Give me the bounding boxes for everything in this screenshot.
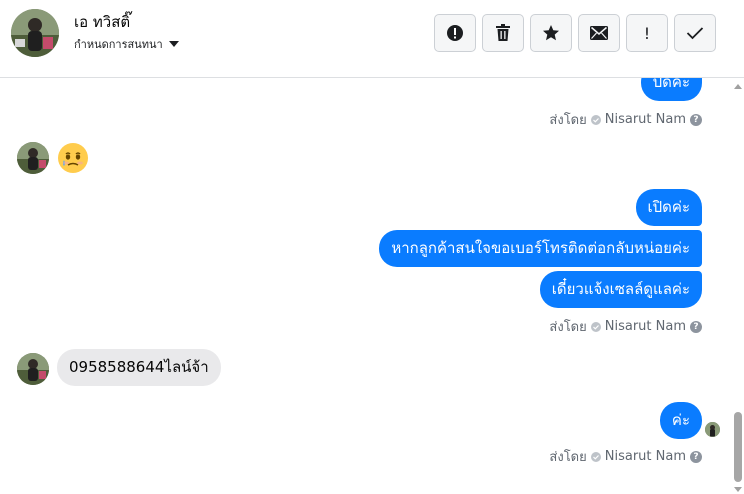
sender-name[interactable]: Nisarut Nam [605,449,686,464]
conversation-header: เอ ทวิสติ๊ กำหนดการสนทนา ! [0,0,744,78]
assign-conversation-dropdown[interactable]: กำหนดการสนทนา [74,35,179,53]
contact-avatar[interactable] [11,9,59,57]
sender-name[interactable]: Nisarut Nam [605,112,686,127]
trash-icon [495,24,511,42]
help-icon[interactable]: ? [690,320,702,333]
delete-button[interactable] [482,14,524,52]
sent-by-meta: ส่งโดย Nisarut Nam ? [549,109,702,130]
message-bubble-outgoing[interactable]: หากลูกค้าสนใจขอเบอร์โทรติดต่อกลับหน่อยค่… [379,230,702,267]
assign-label: กำหนดการสนทนา [74,38,163,51]
star-icon [542,24,560,42]
message-bubble-outgoing[interactable]: เดี๋ยวแจ้งเซลล์ดูแลค่ะ [539,271,702,308]
alert-icon [446,24,464,42]
thread-scrollbar[interactable] [732,78,744,494]
contact-name[interactable]: เอ ทวิสติ๊ [74,10,130,34]
message-bubble-incoming[interactable]: 0958588644ไลน์จ้า [57,349,221,386]
help-icon[interactable]: ? [690,113,702,126]
sent-by-prefix: ส่งโดย [549,113,587,128]
check-circle-icon [590,321,601,332]
sender-name[interactable]: Nisarut Nam [605,319,686,334]
star-button[interactable] [530,14,572,52]
sent-by-meta: ส่งโดย Nisarut Nam ? [549,446,702,467]
contact-avatar-small[interactable] [17,353,49,385]
checkmark-icon [686,26,704,40]
help-icon[interactable]: ? [690,450,702,463]
scrollbar-thumb[interactable] [734,412,742,482]
seen-avatar [705,422,720,437]
message-thread[interactable]: ปิดค่ะ ส่งโดย Nisarut Nam ? เปิดค่ะ หากล… [0,78,744,494]
message-bubble-outgoing[interactable]: ค่ะ [659,402,702,439]
caret-down-icon [168,41,179,47]
contact-avatar-small[interactable] [17,142,49,174]
scroll-up-arrow-icon[interactable] [734,84,742,89]
check-circle-icon [590,114,601,125]
check-circle-icon [590,451,601,462]
sent-by-meta: ส่งโดย Nisarut Nam ? [549,316,702,337]
sent-by-prefix: ส่งโดย [549,450,587,465]
message-bubble-outgoing[interactable]: เปิดค่ะ [635,189,702,226]
mark-spam-button[interactable] [434,14,476,52]
follow-up-button[interactable]: ! [626,14,668,52]
mail-icon [590,26,608,40]
mark-unread-button[interactable] [578,14,620,52]
scroll-down-arrow-icon[interactable] [734,487,742,492]
header-toolbar: ! [434,14,716,52]
sent-by-prefix: ส่งโดย [549,320,587,335]
exclamation-icon: ! [643,23,651,43]
message-bubble-outgoing[interactable]: ปิดค่ะ [640,78,702,101]
face-holding-back-tears-emoji[interactable] [57,142,89,174]
mark-done-button[interactable] [674,14,716,52]
